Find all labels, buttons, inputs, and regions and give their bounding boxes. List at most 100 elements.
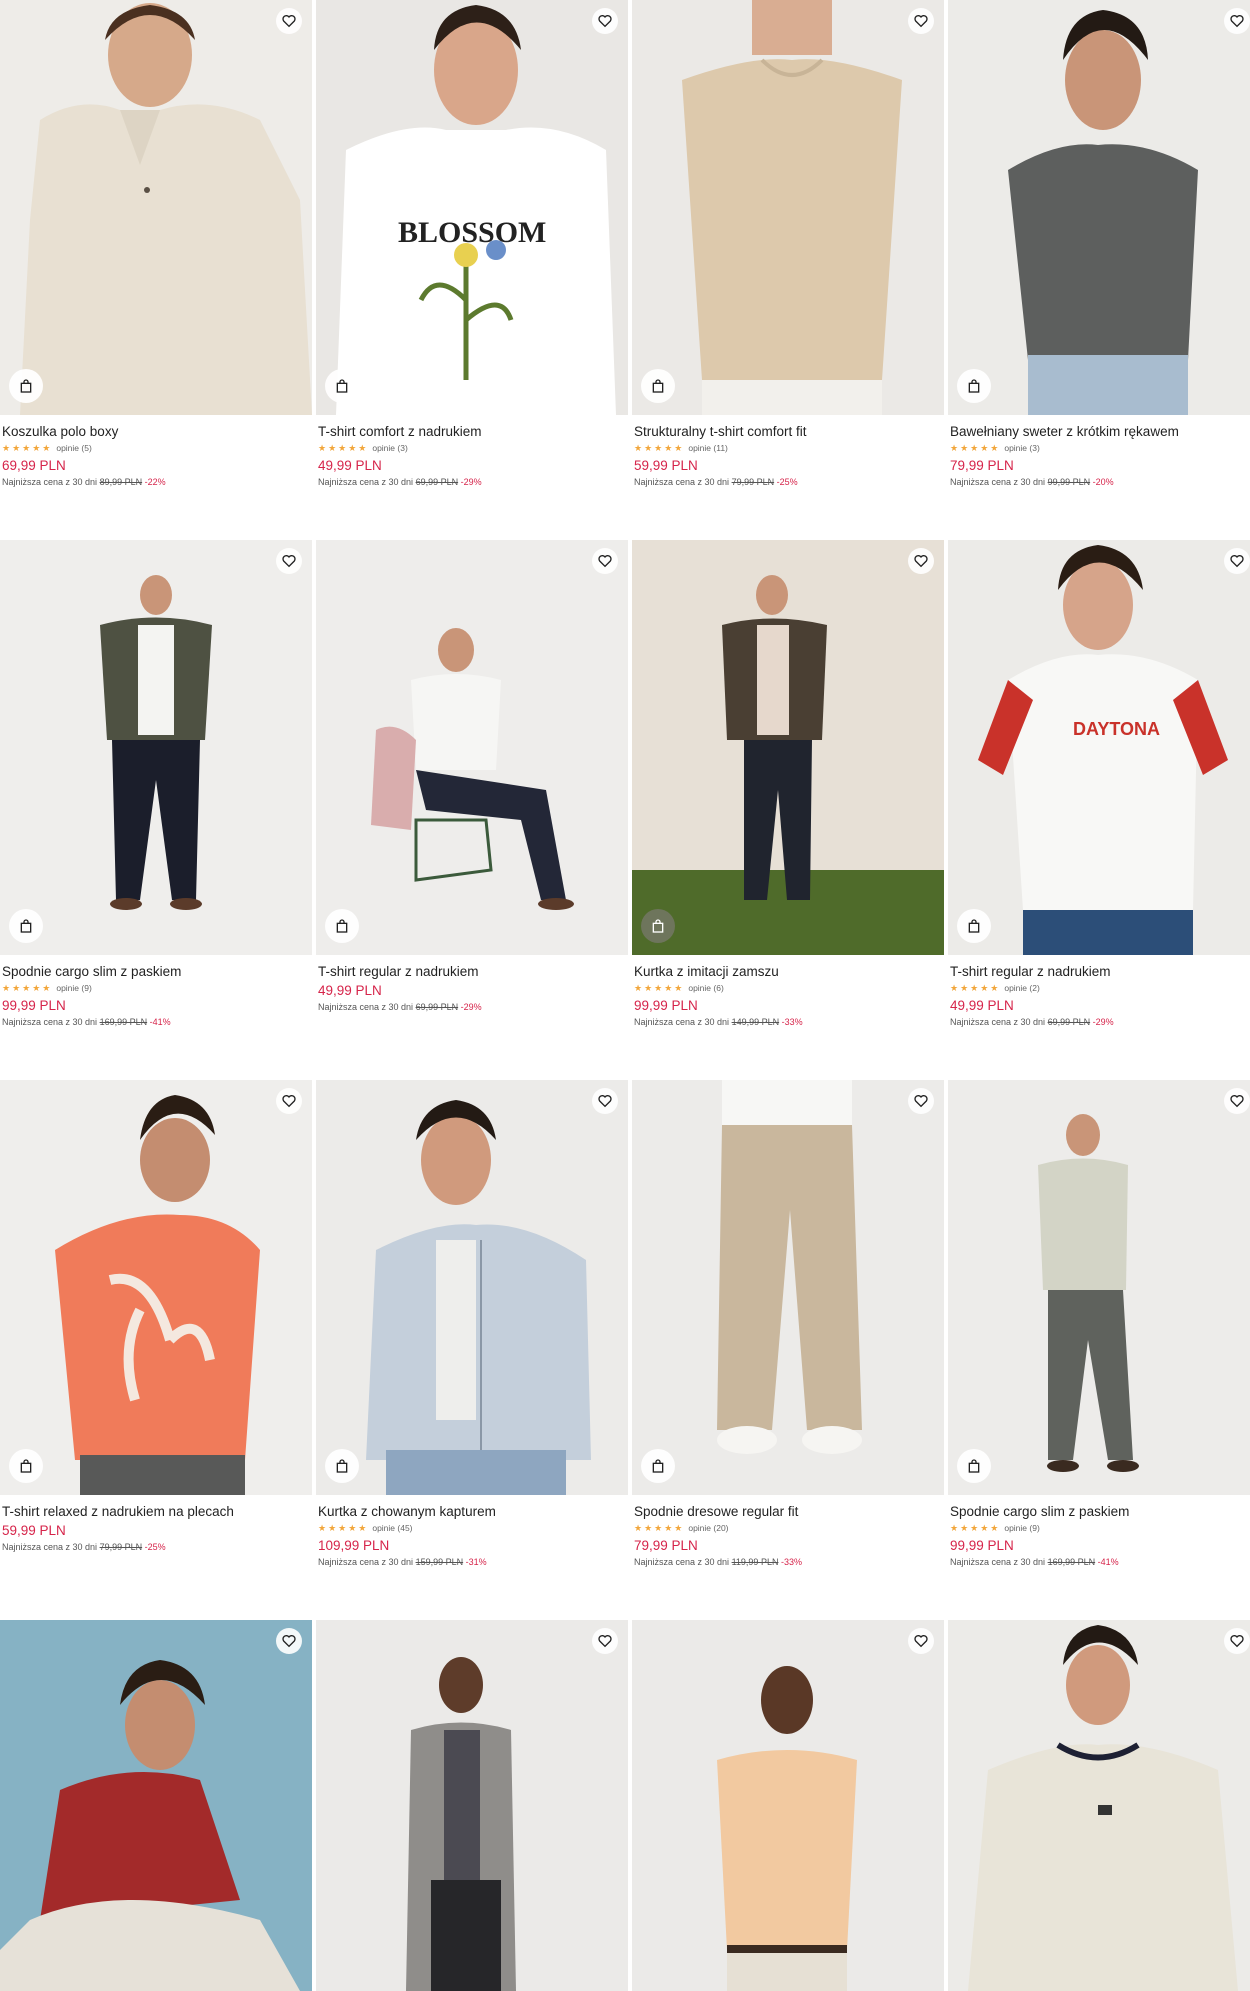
discount: -25% — [776, 477, 798, 487]
product-image[interactable] — [948, 1080, 1250, 1495]
product-name[interactable]: T-shirt regular z nadrukiem — [318, 963, 626, 980]
favorite-button[interactable] — [592, 548, 618, 574]
product-image[interactable] — [316, 1080, 628, 1495]
lowest-price-label: Najniższa cena z 30 dni — [950, 1017, 1046, 1027]
product-image[interactable] — [0, 1080, 312, 1495]
product-image[interactable] — [0, 1620, 312, 1991]
favorite-button[interactable] — [1224, 8, 1250, 34]
favorite-button[interactable] — [592, 8, 618, 34]
product-image[interactable] — [632, 1620, 944, 1991]
product-name[interactable]: T-shirt comfort z nadrukiem — [318, 423, 626, 440]
product-image[interactable] — [948, 1620, 1250, 1991]
product-image[interactable] — [0, 0, 312, 415]
lowest-price-info: Najniższa cena z 30 dni 69,99 PLN -29% — [318, 1001, 626, 1013]
lowest-price-info: Najniższa cena z 30 dni 69,99 PLN -29% — [950, 1016, 1250, 1028]
product-price: 59,99 PLN — [2, 1523, 66, 1538]
product-name[interactable]: Kurtka z chowanym kapturem — [318, 1503, 626, 1520]
lowest-price-label: Najniższa cena z 30 dni — [2, 1017, 98, 1027]
add-to-bag-button[interactable] — [325, 369, 359, 403]
review-count: opinie (9) — [1004, 1523, 1040, 1533]
rating-stars: ★★★★★ — [2, 983, 53, 993]
product-name[interactable]: Spodnie cargo slim z paskiem — [2, 963, 310, 980]
product-name[interactable]: Koszulka polo boxy — [2, 423, 310, 440]
add-to-bag-button[interactable] — [9, 369, 43, 403]
old-price: 169,99 PLN — [1047, 1557, 1096, 1567]
favorite-button[interactable] — [276, 8, 302, 34]
review-count: opinie (5) — [56, 443, 92, 453]
add-to-bag-button[interactable] — [325, 1449, 359, 1483]
product-image[interactable] — [632, 0, 944, 415]
product-card[interactable]: DAYTONA T-shirt regular z nadrukiem ★★★★… — [948, 540, 1250, 1028]
product-card[interactable]: Koszulka polo boxy ★★★★★ opinie (5) 69,99… — [0, 0, 312, 488]
product-card[interactable]: T-shirt regular z nadrukiem 49,99 PLN Na… — [316, 540, 628, 1013]
favorite-button[interactable] — [908, 8, 934, 34]
product-image[interactable] — [316, 540, 628, 955]
heart-icon — [914, 555, 928, 568]
product-name[interactable]: Bawełniany sweter z krótkim rękawem — [950, 423, 1250, 440]
add-to-bag-button[interactable] — [641, 909, 675, 943]
product-image[interactable] — [632, 540, 944, 955]
favorite-button[interactable] — [1224, 1088, 1250, 1114]
product-image[interactable]: BLOSSOM — [316, 0, 628, 415]
lowest-price-label: Najniższa cena z 30 dni — [950, 1557, 1046, 1567]
old-price: 89,99 PLN — [99, 477, 143, 487]
shopping-bag-icon — [20, 919, 32, 933]
add-to-bag-button[interactable] — [641, 369, 675, 403]
shopping-bag-icon — [20, 379, 32, 393]
discount: -33% — [781, 1017, 803, 1027]
product-name[interactable]: Spodnie dresowe regular fit — [634, 1503, 942, 1520]
favorite-button[interactable] — [276, 548, 302, 574]
favorite-button[interactable] — [908, 1628, 934, 1654]
product-card[interactable]: BLOSSOM T-shirt comfort z nadrukiem ★★★★… — [316, 0, 628, 488]
add-to-bag-button[interactable] — [957, 909, 991, 943]
favorite-button[interactable] — [592, 1628, 618, 1654]
product-card[interactable]: Spodnie cargo slim z paskiem ★★★★★ opinie… — [0, 540, 312, 1028]
favorite-button[interactable] — [1224, 1628, 1250, 1654]
product-name[interactable]: Kurtka z imitacji zamszu — [634, 963, 942, 980]
review-count: opinie (3) — [372, 443, 408, 453]
review-count: opinie (6) — [688, 983, 724, 993]
favorite-button[interactable] — [276, 1088, 302, 1114]
add-to-bag-button[interactable] — [957, 369, 991, 403]
review-count: opinie (9) — [56, 983, 92, 993]
product-card[interactable]: Spodnie dresowe regular fit ★★★★★ opinie … — [632, 1080, 944, 1568]
product-name[interactable]: Spodnie cargo slim z paskiem — [950, 1503, 1250, 1520]
add-to-bag-button[interactable] — [325, 909, 359, 943]
favorite-button[interactable] — [276, 1628, 302, 1654]
add-to-bag-button[interactable] — [957, 1449, 991, 1483]
product-photo — [948, 1620, 1250, 1991]
favorite-button[interactable] — [592, 1088, 618, 1114]
product-name[interactable]: T-shirt relaxed z nadrukiem na plecach — [2, 1503, 310, 1520]
product-name[interactable]: Strukturalny t-shirt comfort fit — [634, 423, 942, 440]
product-image[interactable]: DAYTONA — [948, 540, 1250, 955]
favorite-button[interactable] — [908, 548, 934, 574]
product-card[interactable] — [948, 1620, 1250, 1991]
review-count: opinie (3) — [1004, 443, 1040, 453]
heart-icon — [282, 1095, 296, 1108]
favorite-button[interactable] — [908, 1088, 934, 1114]
old-price: 159,99 PLN — [415, 1557, 464, 1567]
product-card[interactable] — [316, 1620, 628, 1991]
product-image[interactable] — [632, 1080, 944, 1495]
product-name[interactable]: T-shirt regular z nadrukiem — [950, 963, 1250, 980]
old-price: 99,99 PLN — [1047, 477, 1091, 487]
product-card[interactable]: Kurtka z chowanym kapturem ★★★★★ opinie (… — [316, 1080, 628, 1568]
product-info: Spodnie dresowe regular fit ★★★★★ opinie … — [632, 1495, 944, 1568]
add-to-bag-button[interactable] — [9, 1449, 43, 1483]
product-card[interactable]: Kurtka z imitacji zamszu ★★★★★ opinie (6)… — [632, 540, 944, 1028]
product-card[interactable]: Spodnie cargo slim z paskiem ★★★★★ opinie… — [948, 1080, 1250, 1568]
product-card[interactable] — [0, 1620, 312, 1991]
add-to-bag-button[interactable] — [9, 909, 43, 943]
product-card[interactable] — [632, 1620, 944, 1991]
product-rating: ★★★★★ opinie (3) — [318, 442, 626, 455]
product-image[interactable] — [948, 0, 1250, 415]
product-card[interactable]: Bawełniany sweter z krótkim rękawem ★★★★… — [948, 0, 1250, 488]
product-card[interactable]: Strukturalny t-shirt comfort fit ★★★★★ op… — [632, 0, 944, 488]
product-card[interactable]: T-shirt relaxed z nadrukiem na plecach 5… — [0, 1080, 312, 1553]
product-rating: ★★★★★ opinie (45) — [318, 1522, 626, 1535]
product-image[interactable] — [0, 540, 312, 955]
product-image[interactable] — [316, 1620, 628, 1991]
add-to-bag-button[interactable] — [641, 1449, 675, 1483]
lowest-price-label: Najniższa cena z 30 dni — [950, 477, 1046, 487]
favorite-button[interactable] — [1224, 548, 1250, 574]
